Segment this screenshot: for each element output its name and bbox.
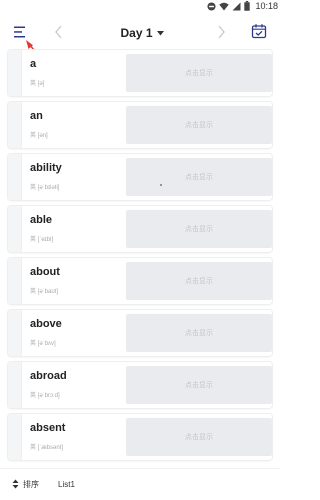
phonetic: 英 [ə] bbox=[30, 81, 45, 87]
battery-icon bbox=[244, 1, 251, 11]
word-text: an bbox=[30, 110, 43, 122]
sort-updown-icon bbox=[12, 479, 19, 489]
reveal-button[interactable]: 点击显示 bbox=[126, 314, 272, 352]
next-day-button[interactable] bbox=[214, 22, 228, 42]
phonetic: 英 [əˈbaʊt] bbox=[30, 289, 59, 295]
phonetic: 英 [əˈbrɔːd] bbox=[30, 393, 60, 399]
reveal-button[interactable]: 点击显示 bbox=[126, 210, 272, 248]
wifi-icon bbox=[219, 2, 230, 10]
reveal-button[interactable]: 点击显示 bbox=[126, 54, 272, 92]
word-text: above bbox=[30, 318, 62, 330]
card-strip bbox=[8, 102, 22, 148]
word-card[interactable]: a 英 [ə] 点击显示 bbox=[8, 50, 272, 96]
stray-dot bbox=[160, 184, 162, 186]
status-time: 10:18 bbox=[255, 1, 278, 11]
phonetic: 英 [ˈeɪbl] bbox=[30, 237, 54, 243]
word-card[interactable]: able 英 [ˈeɪbl] 点击显示 bbox=[8, 206, 272, 252]
card-strip bbox=[8, 206, 22, 252]
phonetic: 英 [ˈæbsənt] bbox=[30, 445, 64, 451]
do-not-disturb-icon bbox=[207, 1, 217, 11]
reveal-button[interactable]: 点击显示 bbox=[126, 262, 272, 300]
chevron-left-icon bbox=[55, 25, 62, 39]
hamburger-menu-icon bbox=[14, 26, 25, 38]
day-label: Day 1 bbox=[120, 26, 153, 40]
status-icons: 10:18 bbox=[207, 1, 278, 11]
list-selector[interactable]: List1 bbox=[58, 475, 75, 493]
card-strip bbox=[8, 310, 22, 356]
word-text: absent bbox=[30, 422, 66, 434]
phonetic: 英 [əˈbɪləti] bbox=[30, 185, 60, 191]
list-label: List1 bbox=[58, 479, 75, 489]
card-strip bbox=[8, 50, 22, 96]
card-strip bbox=[8, 362, 22, 408]
word-card[interactable]: absent 英 [ˈæbsənt] 点击显示 bbox=[8, 414, 272, 460]
day-selector[interactable]: Day 1 bbox=[110, 24, 174, 42]
word-text: able bbox=[30, 214, 53, 226]
phonetic: 英 [əˈbʌv] bbox=[30, 341, 56, 347]
word-text: abroad bbox=[30, 370, 67, 382]
reveal-button[interactable]: 点击显示 bbox=[126, 106, 272, 144]
cellular-signal-icon bbox=[232, 2, 241, 10]
word-card[interactable]: above 英 [əˈbʌv] 点击显示 bbox=[8, 310, 272, 356]
word-text: about bbox=[30, 266, 60, 278]
reveal-button[interactable]: 点击显示 bbox=[126, 158, 272, 196]
word-card[interactable]: an 英 [ən] 点击显示 bbox=[8, 102, 272, 148]
word-text: a bbox=[30, 58, 37, 70]
card-strip bbox=[8, 258, 22, 304]
previous-day-button[interactable] bbox=[52, 22, 66, 42]
bottom-bar: 排序 List1 bbox=[0, 468, 280, 500]
word-card[interactable]: abroad 英 [əˈbrɔːd] 点击显示 bbox=[8, 362, 272, 408]
chevron-right-icon bbox=[218, 25, 225, 39]
word-card[interactable]: ability 英 [əˈbɪləti] 点击显示 bbox=[8, 154, 272, 200]
status-bar: 10:18 bbox=[0, 0, 280, 14]
word-card[interactable]: about 英 [əˈbaʊt] 点击显示 bbox=[8, 258, 272, 304]
card-strip bbox=[8, 154, 22, 200]
reveal-button[interactable]: 点击显示 bbox=[126, 366, 272, 404]
phonetic: 英 [ən] bbox=[30, 133, 48, 139]
word-list: a 英 [ə] 点击显示 an 英 [ən] 点击显示 ability 英 [ə… bbox=[0, 50, 280, 462]
calendar-button[interactable] bbox=[251, 23, 267, 39]
word-text: ability bbox=[30, 162, 62, 174]
calendar-check-icon bbox=[251, 24, 267, 39]
caret-down-icon bbox=[156, 30, 164, 35]
top-bar: Day 1 bbox=[0, 18, 280, 48]
menu-button[interactable] bbox=[13, 24, 29, 40]
card-strip bbox=[8, 414, 22, 460]
reveal-button[interactable]: 点击显示 bbox=[126, 418, 272, 456]
sort-label: 排序 bbox=[23, 479, 39, 489]
sort-button[interactable]: 排序 bbox=[12, 475, 39, 493]
